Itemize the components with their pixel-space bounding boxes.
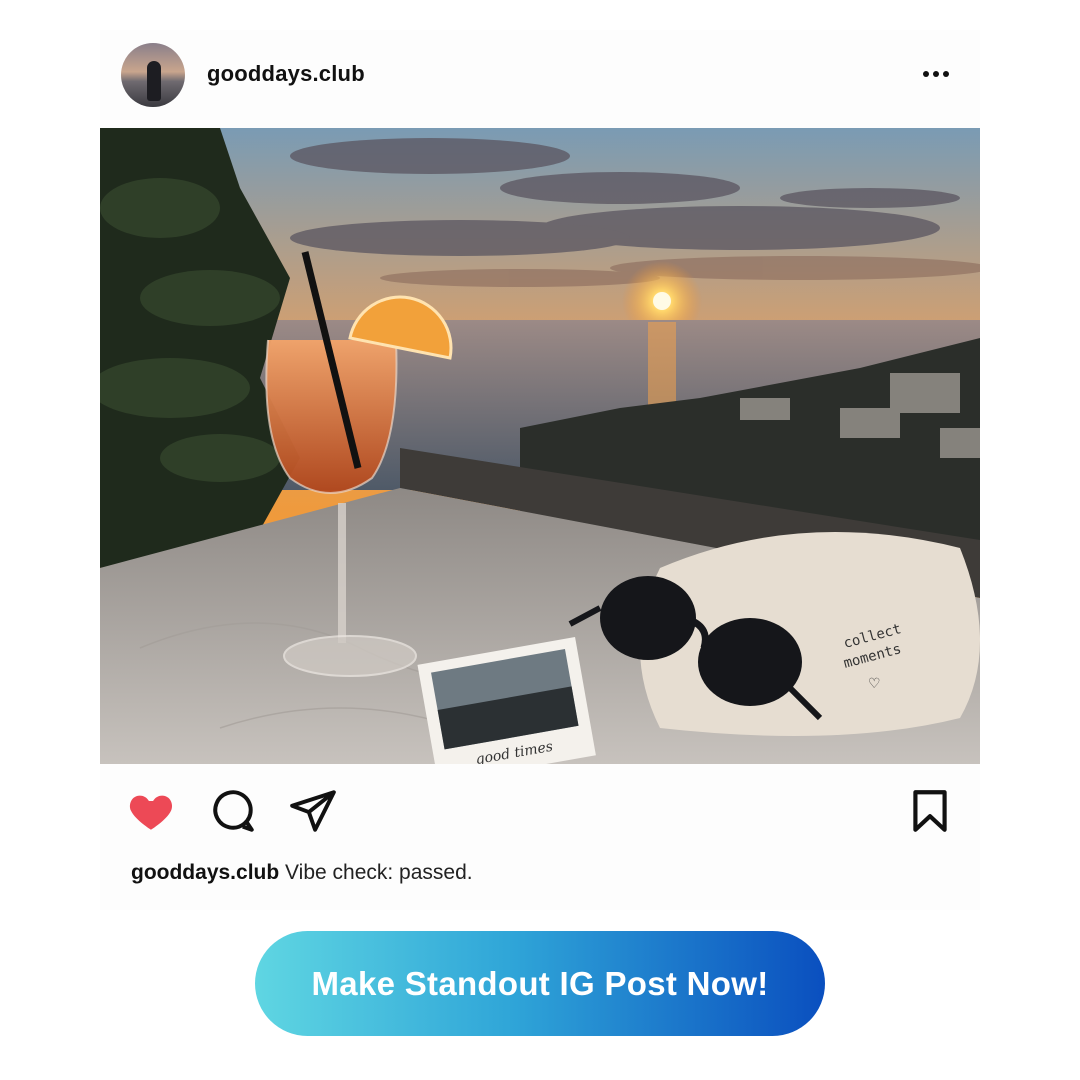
sunset-scene: good times collect moments ♡: [100, 128, 980, 764]
send-icon[interactable]: [288, 786, 338, 836]
cta-button[interactable]: Make Standout IG Post Now!: [255, 931, 825, 1036]
bag-heart: ♡: [868, 676, 881, 692]
caption-username[interactable]: gooddays.club: [131, 861, 279, 884]
post-caption: gooddays.club Vibe check: passed.: [131, 861, 473, 885]
post-username[interactable]: gooddays.club: [207, 61, 365, 87]
post-actions: [100, 764, 980, 854]
post-header: gooddays.club: [100, 30, 980, 128]
caption-text: Vibe check: passed.: [285, 861, 473, 884]
bookmark-icon[interactable]: [905, 786, 955, 836]
avatar-figure: [147, 61, 161, 101]
post-photo[interactable]: good times collect moments ♡: [100, 128, 980, 764]
more-options-icon[interactable]: [916, 62, 956, 86]
comment-icon[interactable]: [208, 786, 258, 836]
heart-icon[interactable]: [126, 786, 176, 836]
instagram-post-card: gooddays.club good times collect moments…: [100, 30, 980, 910]
avatar[interactable]: [121, 43, 185, 107]
